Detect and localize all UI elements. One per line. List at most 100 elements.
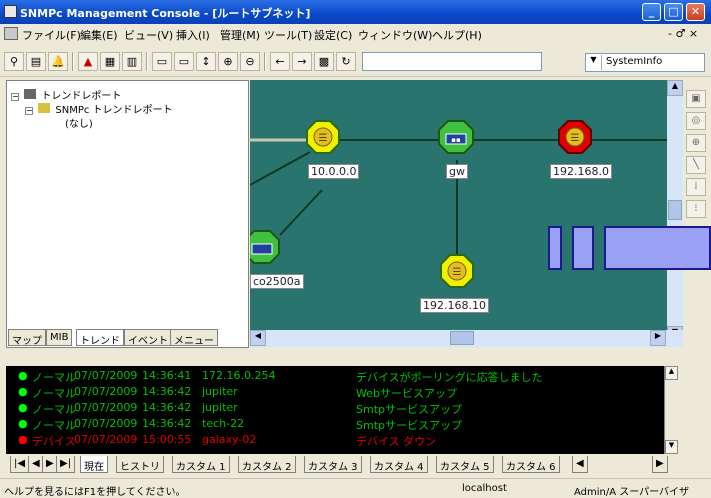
table-row[interactable]: ● ノーマル 07/07/2009 14:36:42 tech-22 Smtpサ…	[6, 416, 672, 432]
table-row[interactable]: ● ノーマル 07/07/2009 14:36:41 172.16.0.254 …	[6, 368, 672, 384]
tab-first-icon[interactable]: |◀	[10, 456, 30, 473]
network-node-icon[interactable]: ☰	[306, 120, 340, 154]
tab-history[interactable]: ヒストリ	[116, 456, 164, 473]
tab-scroll-right-icon[interactable]: ▶	[652, 456, 668, 473]
scroll-up-icon[interactable]: ▲	[667, 80, 683, 96]
router-node-icon[interactable]: ▪▪	[438, 120, 474, 154]
binoculars-icon[interactable]: ⚲	[4, 52, 24, 71]
scroll-left-icon[interactable]: ◀	[250, 330, 266, 346]
menu-settings[interactable]: 設定(C)	[314, 27, 352, 43]
node-label[interactable]: 192.168.0	[550, 164, 612, 179]
node-label[interactable]: 192.168.10	[420, 298, 489, 313]
menu-manage[interactable]: 管理(M)	[220, 27, 260, 43]
network-node-icon[interactable]: ☰	[558, 120, 592, 154]
event-date: 07/07/2009	[74, 433, 138, 446]
graph-icon[interactable]: ▥	[122, 52, 142, 71]
tree-collapse-icon[interactable]: −	[25, 107, 33, 115]
tab-custom-4[interactable]: カスタム 4	[370, 456, 428, 473]
tree-leaf[interactable]: (なし)	[65, 115, 93, 130]
tool-icon[interactable]: ⁝	[686, 200, 706, 218]
tool-icon[interactable]: ◎	[686, 112, 706, 130]
document-icon[interactable]	[4, 27, 18, 40]
alarm-icon[interactable]: ▲	[78, 52, 98, 71]
tree-root[interactable]: − トレンドレポート	[11, 87, 121, 102]
tab-menu[interactable]: メニュー	[170, 329, 218, 347]
node-label[interactable]: 10.0.0.0	[308, 164, 360, 179]
node-label[interactable]: gw	[446, 164, 468, 179]
grid-icon[interactable]: ▩	[314, 52, 334, 71]
scroll-thumb[interactable]	[668, 200, 682, 220]
tool-icon[interactable]: ⁞	[686, 178, 706, 196]
back-icon[interactable]: ←	[270, 52, 290, 71]
tool-icon[interactable]: ▣	[686, 90, 706, 108]
tab-custom-1[interactable]: カスタム 1	[172, 456, 230, 473]
tab-scroll-left-icon[interactable]: ◀	[572, 456, 588, 473]
tool-icon[interactable]: ╲	[686, 156, 706, 174]
table-row[interactable]: ● ノーマル 07/07/2009 14:36:42 jupiter Webサー…	[6, 384, 672, 400]
maximize-button[interactable]: □	[664, 3, 683, 21]
menu-view[interactable]: ビュー(V)	[124, 27, 173, 43]
menu-tools[interactable]: ツール(T)	[264, 27, 312, 43]
map-vertical-scrollbar[interactable]: ▲ ▼	[667, 80, 683, 342]
menu-edit[interactable]: 編集(E)	[80, 27, 118, 43]
event-message: Smtpサービスアップ	[356, 403, 462, 416]
refresh-icon[interactable]: ↻	[336, 52, 356, 71]
tree-collapse-icon[interactable]: −	[11, 93, 19, 101]
event-time: 14:36:41	[142, 369, 192, 382]
table-row[interactable]: ● デバイス 07/07/2009 15:00:55 galaxy-02 デバイ…	[6, 432, 672, 448]
toolbar-text-field[interactable]	[362, 52, 542, 71]
tab-custom-5[interactable]: カスタム 5	[436, 456, 494, 473]
tree-child[interactable]: − SNMPc トレンドレポート	[25, 101, 173, 116]
expand-icon[interactable]: ↕	[196, 52, 216, 71]
tab-custom-6[interactable]: カスタム 6	[502, 456, 560, 473]
tab-trend[interactable]: トレンド	[76, 329, 124, 347]
table-row[interactable]: ● ノーマル 07/07/2009 14:36:42 jupiter Smtpサ…	[6, 400, 672, 416]
scroll-up-icon[interactable]: ▲	[665, 366, 678, 380]
app-icon	[4, 5, 17, 18]
minimize-button[interactable]: _	[642, 3, 661, 21]
tab-current[interactable]: 現在	[80, 456, 108, 473]
systeminfo-select[interactable]: ▼ SystemInfo	[585, 53, 705, 72]
chart-icon[interactable]: ▦	[100, 52, 120, 71]
event-device: jupiter	[202, 401, 238, 414]
event-status: ノーマル	[32, 403, 76, 416]
zoom-in-icon[interactable]: ⊕	[218, 52, 238, 71]
map-icon[interactable]: ▤	[26, 52, 46, 71]
window2-icon[interactable]: ▭	[174, 52, 194, 71]
tab-custom-3[interactable]: カスタム 3	[304, 456, 362, 473]
tab-event[interactable]: イベント	[124, 329, 172, 347]
close-button[interactable]: ✕	[686, 3, 705, 21]
scroll-down-icon[interactable]: ▼	[665, 440, 678, 454]
status-bar: ヘルプを見るにはF1を押してください。 localhost Admin/A スー…	[0, 478, 711, 498]
node-label[interactable]: co2500a	[250, 274, 304, 289]
forward-icon[interactable]: →	[292, 52, 312, 71]
map-horizontal-scrollbar[interactable]: ◀ ▶	[250, 330, 683, 347]
select-value: SystemInfo	[606, 56, 663, 67]
mdi-controls[interactable]: - ♂ ×	[668, 27, 698, 40]
event-log-scrollbar[interactable]: ▲ ▼	[664, 366, 678, 454]
svg-text:▪▪: ▪▪	[451, 136, 461, 144]
tab-mib[interactable]: MIB	[46, 329, 73, 346]
zoom-out-icon[interactable]: ⊖	[240, 52, 260, 71]
title-bar: SNMPc Management Console - [ルートサブネット] _ …	[0, 0, 711, 24]
bell-icon[interactable]: 🔔	[48, 52, 68, 71]
tab-last-icon[interactable]: ▶|	[56, 456, 76, 473]
menu-help[interactable]: ヘルプ(H)	[432, 27, 482, 43]
menu-insert[interactable]: 挿入(I)	[176, 27, 210, 43]
network-map[interactable]: ☰ 10.0.0.0 ▪▪ gw ☰ 192.168.0 co2500a ☰ 1…	[250, 80, 667, 342]
event-log[interactable]: ● ノーマル 07/07/2009 14:36:41 172.16.0.254 …	[6, 366, 672, 454]
chevron-down-icon[interactable]: ▼	[586, 55, 602, 70]
status-dot-icon: ●	[18, 433, 28, 446]
window-icon[interactable]: ▭	[152, 52, 172, 71]
menu-file[interactable]: ファイル(F)	[22, 27, 81, 43]
menu-window[interactable]: ウィンドウ(W)	[358, 27, 432, 43]
scroll-thumb[interactable]	[450, 331, 474, 345]
tab-map[interactable]: マップ	[8, 329, 46, 347]
status-user: Admin/A スーパーバイザ	[574, 487, 690, 498]
tool-icon[interactable]: ⊕	[686, 134, 706, 152]
scroll-right-icon[interactable]: ▶	[650, 330, 666, 346]
tab-custom-2[interactable]: カスタム 2	[238, 456, 296, 473]
router-node-icon[interactable]	[250, 230, 280, 264]
network-node-icon[interactable]: ☰	[440, 254, 474, 288]
event-time: 14:36:42	[142, 401, 192, 414]
